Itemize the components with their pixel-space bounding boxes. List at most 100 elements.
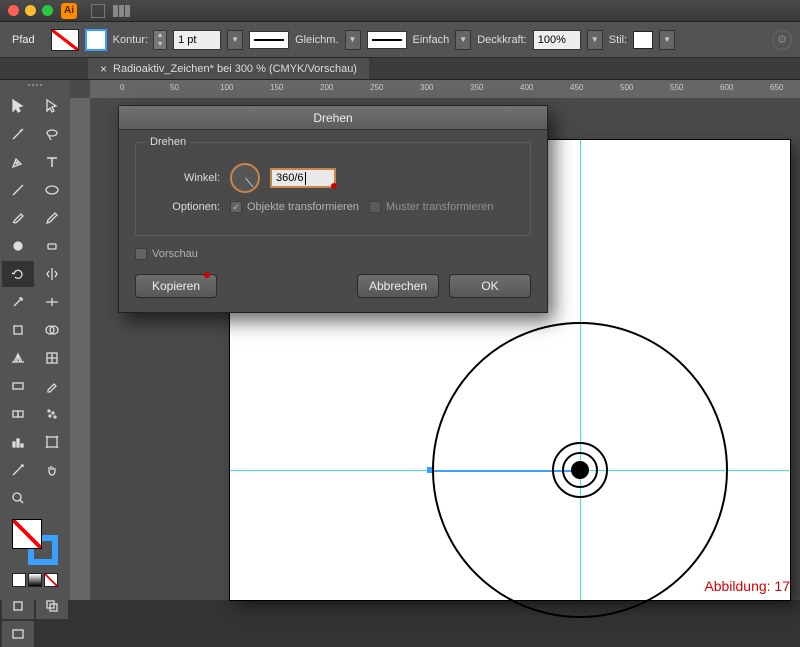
- group-label: Drehen: [146, 136, 190, 148]
- free-transform-tool[interactable]: [2, 317, 34, 343]
- close-tab-icon[interactable]: ×: [100, 62, 107, 76]
- opacity-field[interactable]: 100%: [533, 30, 581, 50]
- fill-color-icon[interactable]: [12, 519, 42, 549]
- panel-menu-icon[interactable]: ⚙: [772, 30, 792, 50]
- stroke-weight-dropdown[interactable]: ▼: [227, 30, 243, 50]
- document-tab-row: × Radioaktiv_Zeichen* bei 300 % (CMYK/Vo…: [0, 58, 800, 80]
- color-mode-gradient[interactable]: [28, 573, 42, 587]
- fill-stroke-indicator[interactable]: [12, 519, 58, 565]
- zoom-icon[interactable]: [42, 5, 53, 16]
- direct-selection-tool[interactable]: [36, 93, 68, 119]
- blend-tool[interactable]: [2, 401, 34, 427]
- stroke-cap-sample[interactable]: [249, 31, 289, 49]
- ruler-tick: 0: [120, 83, 124, 92]
- gradient-tool[interactable]: [2, 373, 34, 399]
- ruler-tick: 250: [370, 83, 383, 92]
- rotate-tool[interactable]: [2, 261, 34, 287]
- panel-layout-icon[interactable]: [113, 5, 130, 17]
- ellipse-tool[interactable]: [36, 177, 68, 203]
- mesh-tool[interactable]: [36, 345, 68, 371]
- stroke-label: Kontur:: [113, 34, 148, 46]
- pen-tool[interactable]: [2, 149, 34, 175]
- ruler-vertical[interactable]: [70, 98, 90, 600]
- color-mode-solid[interactable]: [12, 573, 26, 587]
- window-controls[interactable]: [8, 5, 53, 16]
- ruler-tick: 300: [420, 83, 433, 92]
- magic-wand-tool[interactable]: [2, 121, 34, 147]
- opt-transform-objects-label: Objekte transformieren: [247, 201, 359, 213]
- drawing-dot[interactable]: [571, 461, 589, 479]
- width-tool[interactable]: [36, 289, 68, 315]
- paintbrush-tool[interactable]: [2, 205, 34, 231]
- fill-swatch[interactable]: [51, 29, 79, 51]
- ruler-tick: 50: [170, 83, 179, 92]
- shape-builder-tool[interactable]: [36, 317, 68, 343]
- dialog-titlebar[interactable]: Drehen: [119, 106, 547, 130]
- slice-tool[interactable]: [2, 457, 34, 483]
- selection-type[interactable]: Pfad: [8, 32, 45, 48]
- annotation-dot-icon: [204, 272, 210, 278]
- eraser-tool[interactable]: [36, 233, 68, 259]
- cancel-button-label: Abbrechen: [369, 279, 427, 293]
- eyedropper-tool[interactable]: [36, 373, 68, 399]
- stroke-weight-stepper[interactable]: ▲▼: [153, 30, 167, 50]
- copy-button-label: Kopieren: [152, 279, 200, 293]
- line-tool[interactable]: [2, 177, 34, 203]
- ruler-tick: 350: [470, 83, 483, 92]
- symbol-sprayer-tool[interactable]: [36, 401, 68, 427]
- type-tool[interactable]: [36, 149, 68, 175]
- color-mode-none[interactable]: [44, 573, 58, 587]
- selection-tool[interactable]: [2, 93, 34, 119]
- ruler-horizontal[interactable]: 050100150200250300350400450500550600650: [90, 80, 800, 98]
- stroke-cap-dropdown[interactable]: ▼: [345, 30, 361, 50]
- bridge-icon[interactable]: [91, 4, 105, 18]
- scale-tool[interactable]: [2, 289, 34, 315]
- ruler-tick: 400: [520, 83, 533, 92]
- close-icon[interactable]: [8, 5, 19, 16]
- screen-mode-icon[interactable]: [2, 621, 34, 647]
- hand-tool[interactable]: [36, 457, 68, 483]
- mac-titlebar: Ai: [0, 0, 800, 22]
- stroke-profile-dropdown[interactable]: ▼: [455, 30, 471, 50]
- reflect-tool[interactable]: [36, 261, 68, 287]
- stroke-swatch[interactable]: [85, 29, 107, 51]
- style-label: Stil:: [609, 34, 627, 46]
- ruler-tick: 200: [320, 83, 333, 92]
- document-tab[interactable]: × Radioaktiv_Zeichen* bei 300 % (CMYK/Vo…: [88, 58, 369, 79]
- ruler-tick: 550: [670, 83, 683, 92]
- blob-brush-tool[interactable]: [2, 233, 34, 259]
- minimize-icon[interactable]: [25, 5, 36, 16]
- options-label: Optionen:: [150, 201, 220, 213]
- opt-transform-patterns-label: Muster transformieren: [386, 201, 494, 213]
- angle-input[interactable]: 360/6: [270, 168, 336, 188]
- pencil-tool[interactable]: [36, 205, 68, 231]
- copy-button[interactable]: Kopieren: [135, 274, 217, 298]
- figure-caption: Abbildung: 17: [704, 578, 790, 594]
- angle-dial-icon[interactable]: [230, 163, 260, 193]
- preview-label: Vorschau: [152, 248, 198, 260]
- stroke-profile-sample[interactable]: [367, 31, 407, 49]
- style-swatch[interactable]: [633, 31, 653, 49]
- checkbox-icon: [135, 248, 147, 260]
- ruler-tick: 450: [570, 83, 583, 92]
- lasso-tool[interactable]: [36, 121, 68, 147]
- perspective-grid-tool[interactable]: [2, 345, 34, 371]
- column-graph-tool[interactable]: [2, 429, 34, 455]
- cancel-button[interactable]: Abbrechen: [357, 274, 439, 298]
- stroke-profile-label: Einfach: [413, 34, 450, 46]
- draw-normal-icon[interactable]: [2, 593, 34, 619]
- rotate-dialog: Drehen Drehen Winkel: 360/6 Optionen: ✓ …: [118, 105, 548, 313]
- app-icon: Ai: [61, 3, 77, 19]
- opacity-dropdown[interactable]: ▼: [587, 30, 603, 50]
- style-dropdown[interactable]: ▼: [659, 30, 675, 50]
- opt-transform-patterns[interactable]: Muster transformieren: [369, 201, 494, 213]
- panel-grip[interactable]: [2, 84, 68, 90]
- stroke-weight-field[interactable]: 1 pt: [173, 30, 221, 50]
- artboard-tool[interactable]: [36, 429, 68, 455]
- draw-behind-icon[interactable]: [36, 593, 68, 619]
- ok-button[interactable]: OK: [449, 274, 531, 298]
- opt-transform-objects[interactable]: ✓ Objekte transformieren: [230, 201, 359, 213]
- zoom-tool[interactable]: [2, 485, 34, 511]
- ok-button-label: OK: [481, 279, 498, 293]
- preview-checkbox[interactable]: Vorschau: [135, 248, 198, 260]
